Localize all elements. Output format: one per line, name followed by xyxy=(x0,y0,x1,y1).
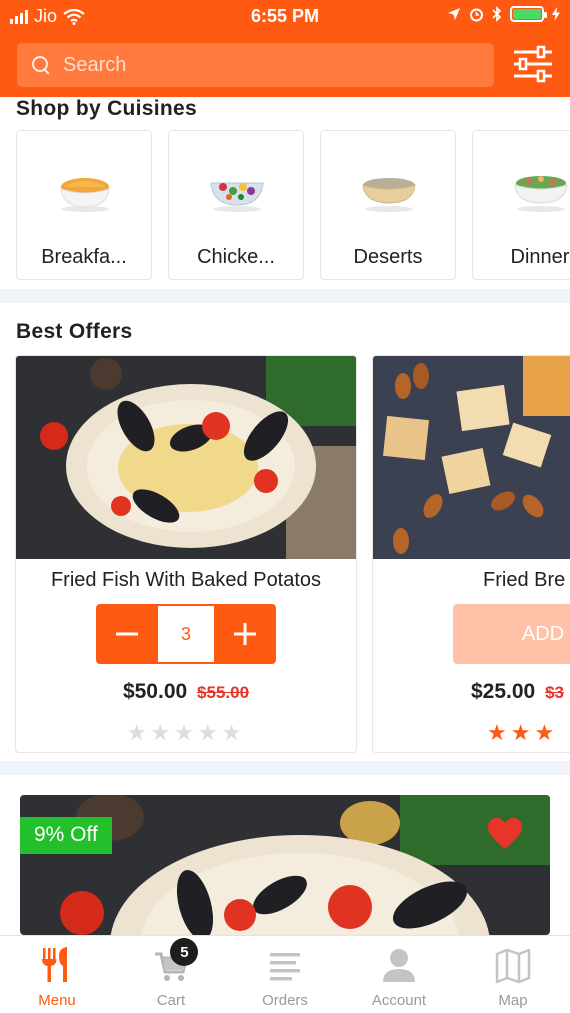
quantity-value[interactable]: 3 xyxy=(158,606,214,662)
filter-sliders-icon[interactable] xyxy=(508,44,556,84)
plus-icon xyxy=(234,623,256,645)
cuisine-label: Breakfa... xyxy=(41,246,127,268)
pasta-mussels-image xyxy=(16,356,356,559)
offer-title: Fried Bre xyxy=(483,569,566,591)
tab-map[interactable]: Map xyxy=(456,936,570,1013)
tab-label: Account xyxy=(371,992,427,1009)
desert-bowl-icon xyxy=(362,178,416,212)
promo-dish-image[interactable] xyxy=(20,795,550,935)
minus-icon xyxy=(116,632,138,636)
tab-label: Orders xyxy=(262,992,308,1009)
breakfast-bowl-icon xyxy=(60,178,110,212)
increment-button[interactable] xyxy=(214,604,276,664)
tab-menu[interactable]: Menu xyxy=(0,936,114,1013)
location-arrow-icon xyxy=(448,8,460,20)
battery-icon xyxy=(510,6,547,22)
tab-label: Map xyxy=(498,992,528,1009)
fork-knife-icon xyxy=(42,947,67,982)
cuisine-card-chicken[interactable]: Chicke... xyxy=(168,130,304,280)
tab-cart[interactable]: 5 Cart xyxy=(114,936,228,1013)
tab-account[interactable]: Account xyxy=(342,936,456,1013)
best-offers-section: Best Offers Fried Fish With Baked Potato… xyxy=(0,303,570,761)
status-bar: Jio 6:55 PM xyxy=(0,0,570,34)
original-price: $3 xyxy=(545,683,564,702)
decrement-button[interactable] xyxy=(96,604,158,664)
current-price: $25.00 xyxy=(471,680,536,703)
almond-fudge-image xyxy=(373,356,570,559)
search-icon xyxy=(31,55,51,75)
search-bar[interactable] xyxy=(17,43,494,87)
alarm-icon xyxy=(470,8,483,21)
tab-label: Menu xyxy=(38,992,76,1009)
cuisine-label: Chicke... xyxy=(197,246,275,268)
app-header: Jio 6:55 PM xyxy=(0,0,570,97)
current-price: $50.00 xyxy=(122,680,188,703)
quantity-stepper[interactable]: 3 xyxy=(96,604,276,664)
tab-orders[interactable]: Orders xyxy=(228,936,342,1013)
rating-stars: ★★★★★ xyxy=(126,720,246,745)
orders-list-icon xyxy=(270,953,300,981)
menu-content[interactable]: Shop by Cuisines Breakfa... Chicke... De… xyxy=(0,97,570,935)
tab-label: Cart xyxy=(156,992,186,1009)
bluetooth-icon xyxy=(492,6,502,22)
price-row: $25.00 $3 xyxy=(471,680,570,704)
map-icon xyxy=(495,948,531,984)
offer-card[interactable]: Fried Fish With Baked Potatos 3 $50.00 $… xyxy=(15,355,357,753)
best-offers-title: Best Offers xyxy=(16,320,133,343)
cuisines-section: Shop by Cuisines Breakfa... Chicke... De… xyxy=(0,97,570,289)
cuisine-card-dinner[interactable]: Dinner xyxy=(472,130,570,280)
add-to-cart-button[interactable]: ADD xyxy=(453,604,570,664)
cuisines-title: Shop by Cuisines xyxy=(16,97,197,120)
discount-badge: 9% Off xyxy=(20,817,112,854)
charging-bolt-icon xyxy=(552,7,560,21)
price-row: $50.00 $55.00 xyxy=(16,680,356,704)
favorite-heart-icon[interactable] xyxy=(487,817,523,851)
rating-stars: ★★★ xyxy=(487,720,559,745)
status-right xyxy=(447,6,560,22)
offer-title: Fried Fish With Baked Potatos xyxy=(50,569,322,591)
cuisine-label: Dinner xyxy=(510,246,570,268)
account-icon xyxy=(383,949,415,982)
cuisine-label: Deserts xyxy=(353,246,423,268)
offer-card[interactable]: Fried Bre ADD $25.00 $3 ★★★ xyxy=(372,355,570,753)
chicken-salad-bowl-icon xyxy=(210,182,264,212)
bottom-tab-bar: Menu 5 Cart Orders Account Map xyxy=(0,935,570,1013)
cuisine-card-breakfast[interactable]: Breakfa... xyxy=(16,130,152,280)
cuisine-card-deserts[interactable]: Deserts xyxy=(320,130,456,280)
search-input[interactable] xyxy=(63,53,463,77)
original-price: $55.00 xyxy=(197,683,250,702)
dinner-bowl-icon xyxy=(514,176,568,212)
cart-count-badge: 5 xyxy=(170,938,199,966)
